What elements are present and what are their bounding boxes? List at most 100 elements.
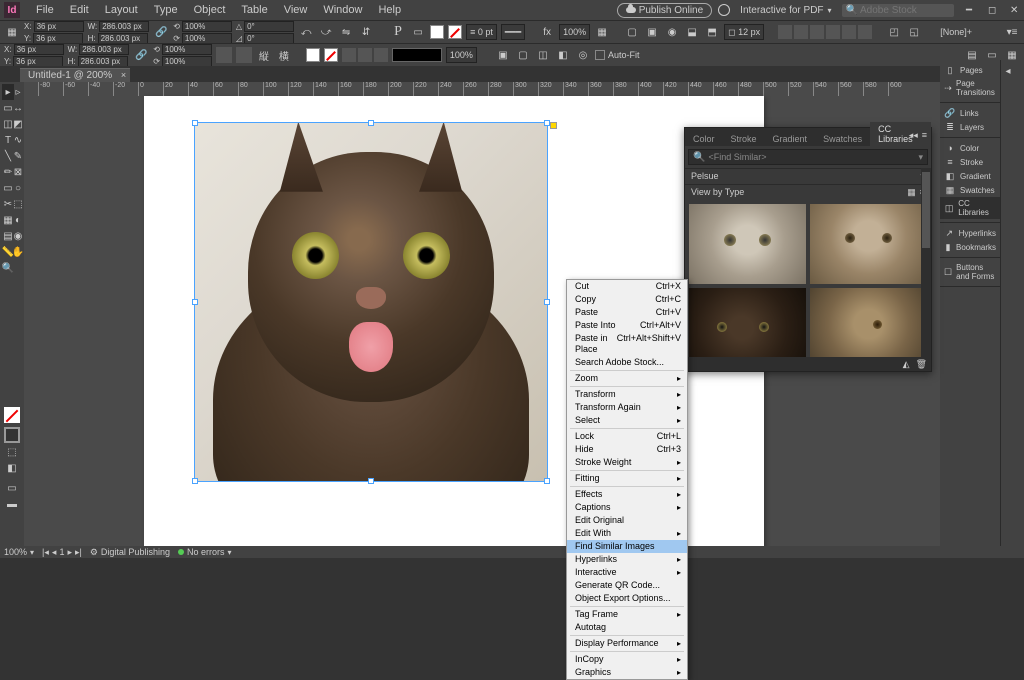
- cell-style-icons[interactable]: [342, 48, 388, 62]
- resize-handle[interactable]: [192, 478, 198, 484]
- x-field[interactable]: 36 px: [34, 21, 84, 32]
- wrap-jump-icon[interactable]: ⬓: [684, 24, 700, 40]
- ctx-lock[interactable]: LockCtrl+L: [567, 430, 687, 443]
- dock-layers[interactable]: ≣Layers: [940, 120, 1000, 134]
- dock-gradient[interactable]: ◧Gradient: [940, 169, 1000, 183]
- select-container-icon[interactable]: ◰: [886, 24, 902, 40]
- flip-v-icon[interactable]: ⇵: [358, 24, 374, 40]
- rotate-cw-icon[interactable]: ⤻: [318, 24, 334, 40]
- ctx-graphics[interactable]: Graphics: [567, 666, 687, 679]
- content-h-field[interactable]: 286.003 px: [78, 56, 128, 67]
- workspace-dropdown[interactable]: Interactive for PDF▾: [736, 5, 835, 16]
- hand-tool[interactable]: ✋: [12, 244, 24, 260]
- content-scale-x[interactable]: 100%: [162, 44, 212, 55]
- panel-scrollbar[interactable]: [921, 168, 931, 359]
- scale-y[interactable]: 100%: [182, 33, 232, 44]
- fit-frame-icon[interactable]: ▢: [515, 47, 531, 63]
- menu-edit[interactable]: Edit: [62, 4, 97, 16]
- gradient-feather-tool[interactable]: ◐: [12, 212, 24, 228]
- library-asset-thumbnail[interactable]: [810, 288, 927, 368]
- fit-prop-icon[interactable]: ◧: [555, 47, 571, 63]
- menu-help[interactable]: Help: [370, 4, 409, 16]
- dock-links[interactable]: 🔗Links: [940, 106, 1000, 120]
- maximize-button[interactable]: ◻: [988, 5, 998, 15]
- content-scale-y[interactable]: 100%: [162, 56, 212, 67]
- h-field[interactable]: 286.003 px: [98, 33, 148, 44]
- grid-view-icon[interactable]: ▦: [907, 187, 916, 198]
- menu-type[interactable]: Type: [146, 4, 186, 16]
- tcy-icon[interactable]: 縦: [256, 47, 272, 63]
- layer-dropdown[interactable]: [None]+: [936, 27, 976, 37]
- ctx-tag-frame[interactable]: Tag Frame: [567, 608, 687, 621]
- eyedropper-tool[interactable]: ◉: [12, 228, 24, 244]
- dock-cc-libraries[interactable]: ◫CC Libraries: [940, 197, 1000, 219]
- menu-table[interactable]: Table: [233, 4, 275, 16]
- ctx-hide[interactable]: HideCtrl+3: [567, 443, 687, 456]
- ctx-display-performance[interactable]: Display Performance: [567, 637, 687, 650]
- panel-menu-icon[interactable]: ≡: [922, 130, 927, 141]
- tab-gradient[interactable]: Gradient: [765, 132, 816, 146]
- content-x-field[interactable]: 36 px: [14, 44, 64, 55]
- tint-field[interactable]: 100%: [446, 47, 477, 63]
- ctx-edit-with[interactable]: Edit With: [567, 527, 687, 540]
- ctx-paste-in-place[interactable]: Paste in PlaceCtrl+Alt+Shift+V: [567, 332, 687, 356]
- menu-window[interactable]: Window: [315, 4, 370, 16]
- free-transform-tool[interactable]: ⬚: [12, 196, 24, 212]
- ctx-interactive[interactable]: Interactive: [567, 566, 687, 579]
- direction-icon[interactable]: 横: [276, 47, 292, 63]
- dock-swatches[interactable]: ▦Swatches: [940, 183, 1000, 197]
- tab-stroke[interactable]: Stroke: [723, 132, 765, 146]
- ctx-find-similar-images[interactable]: Find Similar Images: [567, 540, 687, 553]
- corner-size-field[interactable]: ◻ 12 px: [724, 24, 764, 40]
- ctx-generate-qr-code-[interactable]: Generate QR Code...: [567, 579, 687, 592]
- opacity-field[interactable]: 100%: [559, 24, 590, 40]
- tab-color[interactable]: Color: [685, 132, 723, 146]
- ctx-paste[interactable]: PasteCtrl+V: [567, 306, 687, 319]
- select-content-icon[interactable]: ◱: [906, 24, 922, 40]
- char-style-icon[interactable]: [216, 47, 232, 63]
- stroke-swatch-2[interactable]: [324, 48, 338, 62]
- menu-layout[interactable]: Layout: [97, 4, 146, 16]
- ctx-fitting[interactable]: Fitting: [567, 472, 687, 485]
- close-tab-icon[interactable]: ×: [121, 70, 126, 80]
- help-tips-icon[interactable]: [718, 4, 730, 16]
- preflight-profile[interactable]: Digital Publishing: [101, 547, 170, 557]
- tab-swatches[interactable]: Swatches: [815, 132, 870, 146]
- page-number-field[interactable]: 1: [59, 547, 64, 557]
- fill-color[interactable]: [4, 407, 20, 423]
- resize-handle[interactable]: [544, 299, 550, 305]
- stroke-style-dropdown[interactable]: ━━━: [501, 24, 525, 40]
- selected-image-frame[interactable]: [194, 122, 548, 482]
- object-style-dropdown[interactable]: [392, 48, 442, 62]
- fill-swatch-2[interactable]: [306, 48, 320, 62]
- fill-frame-icon[interactable]: ◫: [535, 47, 551, 63]
- next-page-icon[interactable]: ▸: [67, 547, 72, 558]
- resize-handle[interactable]: [368, 120, 374, 126]
- fit-content-icon[interactable]: ▣: [495, 47, 511, 63]
- ctx-copy[interactable]: CopyCtrl+C: [567, 293, 687, 306]
- library-asset-thumbnail[interactable]: [810, 204, 927, 284]
- ctx-captions[interactable]: Captions: [567, 501, 687, 514]
- shear-field[interactable]: 0°: [244, 33, 294, 44]
- formatting-container-icon[interactable]: ◧: [6, 460, 18, 476]
- wrap-jump-next-icon[interactable]: ⬒: [704, 24, 720, 40]
- constrain-content-icon[interactable]: 🔗: [133, 47, 149, 63]
- wrap-none-icon[interactable]: ▢: [624, 24, 640, 40]
- direct-selection-tool[interactable]: ▹: [12, 84, 24, 100]
- dock-buttons-forms[interactable]: ☐Buttons and Forms: [940, 261, 1000, 283]
- last-page-icon[interactable]: ▸|: [75, 547, 82, 558]
- ctx-transform[interactable]: Transform: [567, 388, 687, 401]
- reference-point-icon[interactable]: ▦: [4, 24, 20, 40]
- ctx-search-adobe-stock-[interactable]: Search Adobe Stock...: [567, 356, 687, 369]
- menu-view[interactable]: View: [276, 4, 316, 16]
- ctx-object-export-options-[interactable]: Object Export Options...: [567, 592, 687, 605]
- dock-pages[interactable]: ▯Pages: [940, 63, 1000, 77]
- resize-handle[interactable]: [368, 478, 374, 484]
- frame-icon[interactable]: ▭: [410, 24, 426, 40]
- view-mode-preview-icon[interactable]: ▬: [6, 496, 18, 512]
- cc-viewby-dropdown[interactable]: View by Type▦≡: [685, 184, 931, 200]
- resize-handle[interactable]: [192, 120, 198, 126]
- chevron-down-icon[interactable]: ▾: [918, 152, 923, 163]
- ctx-zoom[interactable]: Zoom: [567, 372, 687, 385]
- stroke-weight-field[interactable]: ≡ 0 pt: [466, 24, 497, 40]
